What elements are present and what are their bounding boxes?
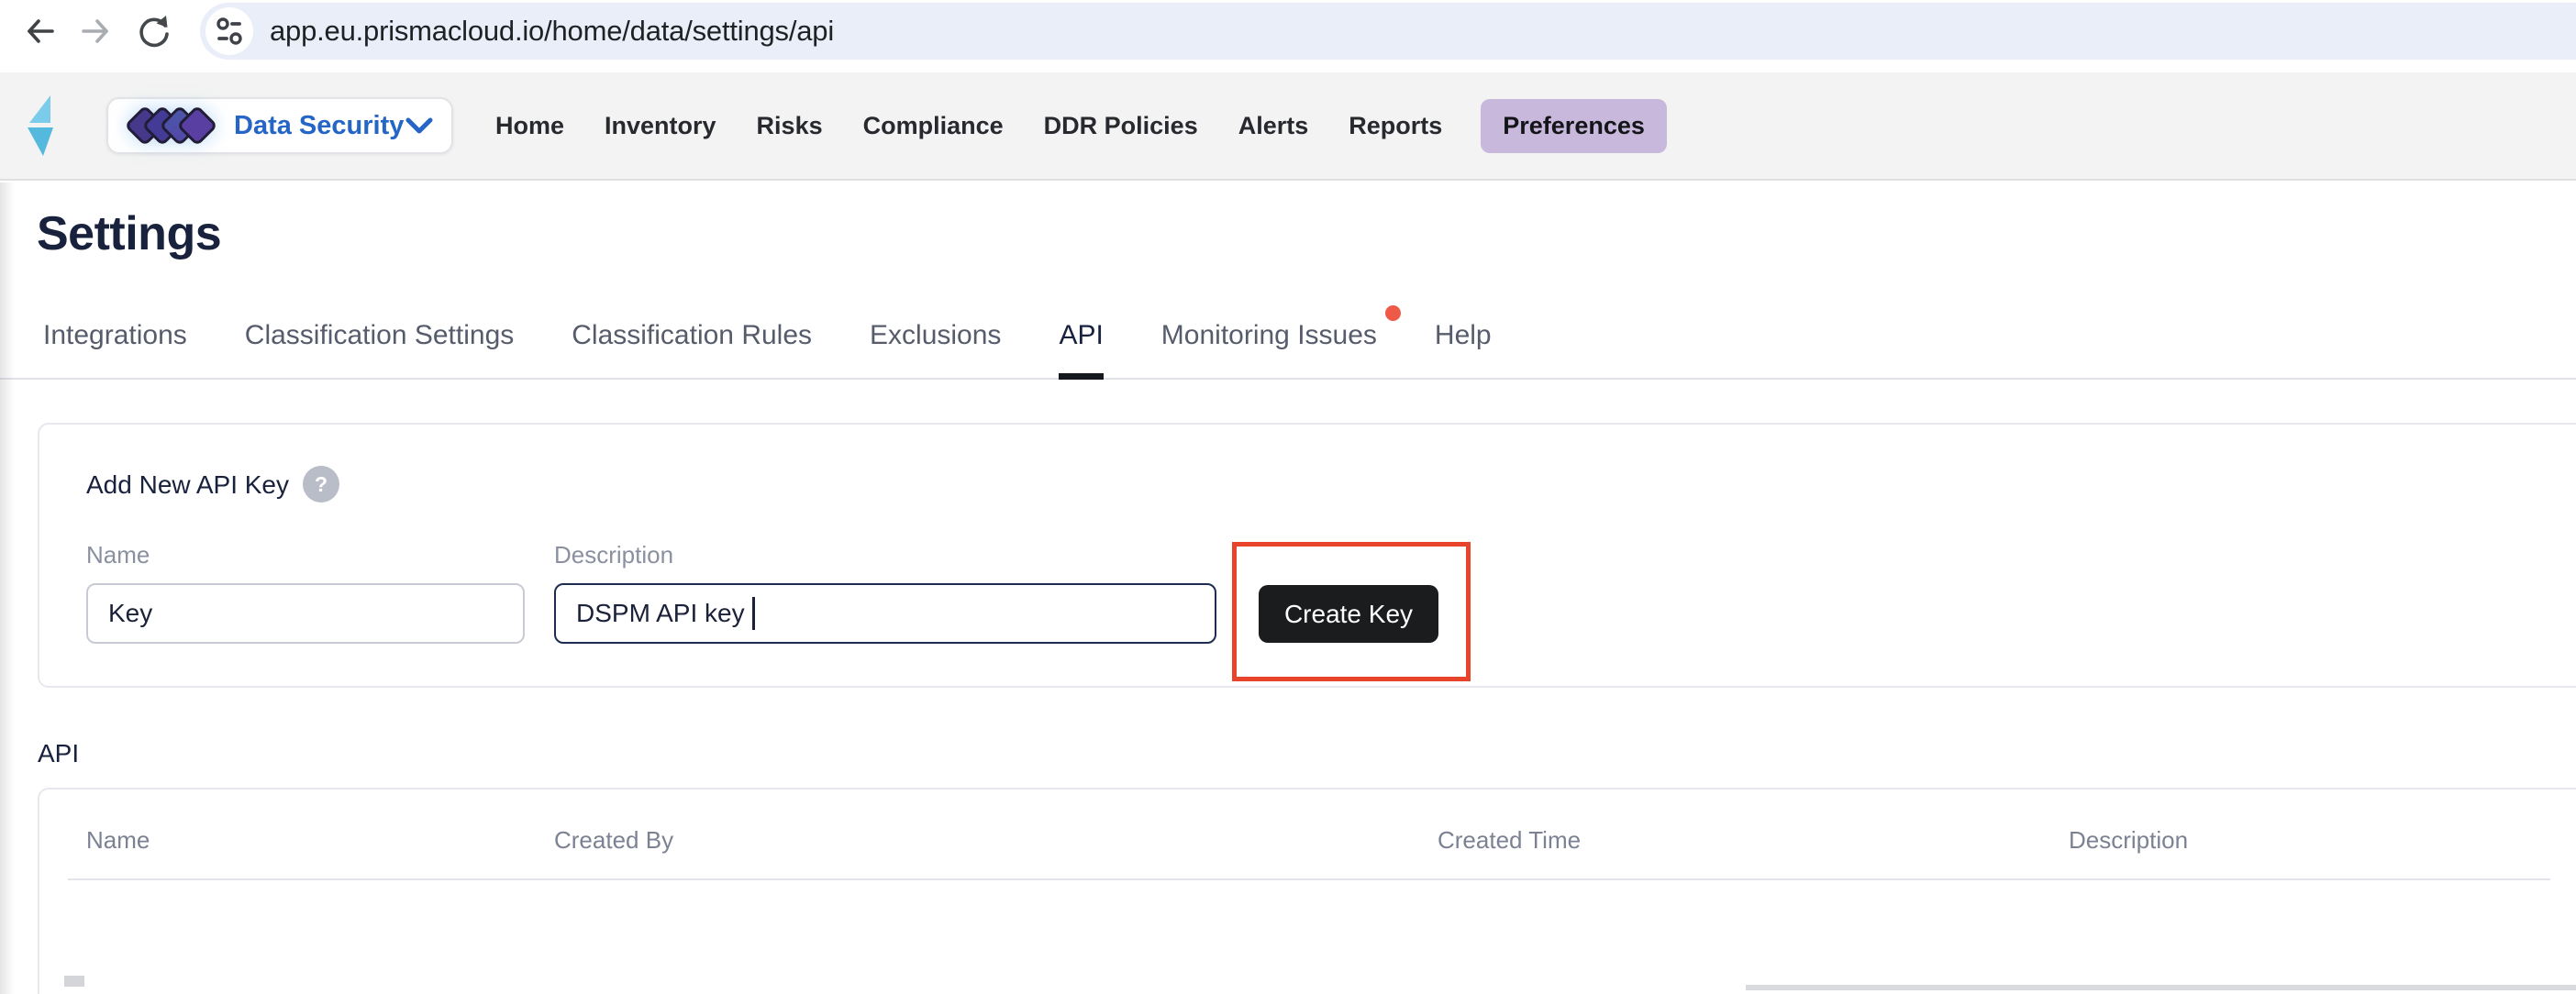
- table-header-divider: [68, 878, 2550, 880]
- url-text[interactable]: app.eu.prismacloud.io/home/data/settings…: [270, 15, 834, 48]
- reload-icon: [139, 15, 169, 47]
- site-info-icon: [217, 17, 242, 45]
- help-icon[interactable]: ?: [303, 466, 339, 503]
- text-caret: [751, 597, 755, 630]
- notification-dot: [1384, 305, 1401, 321]
- browser-chrome: app.eu.prismacloud.io/home/data/settings…: [0, 0, 2576, 61]
- settings-tabs: Integrations Classification Settings Cla…: [0, 304, 2576, 380]
- product-diamonds-icon: [124, 105, 218, 147]
- nav-item-home[interactable]: Home: [494, 99, 566, 153]
- nav-item-ddr-policies[interactable]: DDR Policies: [1042, 99, 1200, 153]
- chevron-down-icon: [405, 117, 433, 134]
- forward-icon: [82, 18, 108, 43]
- description-input[interactable]: DSPM API key: [554, 583, 1216, 644]
- site-info-button[interactable]: [205, 6, 253, 55]
- top-navigation: Home Inventory Risks Compliance DDR Poli…: [494, 98, 1667, 153]
- prisma-cloud-logo: [28, 95, 53, 156]
- tab-api[interactable]: API: [1059, 304, 1104, 380]
- tab-help[interactable]: Help: [1435, 304, 1492, 380]
- back-icon: [28, 18, 54, 43]
- product-switcher[interactable]: Data Security: [106, 97, 453, 154]
- browser-reload-button[interactable]: [128, 6, 180, 57]
- tab-monitoring-issues[interactable]: Monitoring Issues: [1160, 304, 1401, 380]
- nav-item-preferences[interactable]: Preferences: [1481, 98, 1667, 153]
- partial-row-element: [64, 976, 84, 987]
- horizontal-scrollbar[interactable]: [1746, 985, 2576, 990]
- nav-item-reports[interactable]: Reports: [1347, 99, 1444, 153]
- create-key-button[interactable]: Create Key: [1259, 585, 1438, 643]
- tab-monitoring-issues-label: Monitoring Issues: [1160, 320, 1377, 350]
- name-input-value: Key: [108, 599, 153, 627]
- product-switcher-label: Data Security: [234, 110, 405, 140]
- add-api-key-card: Add New API Key ? Name Description Key D…: [38, 423, 2576, 688]
- column-header-created-by[interactable]: Created By: [554, 826, 673, 855]
- api-section-title: API: [38, 739, 80, 768]
- tab-exclusions[interactable]: Exclusions: [870, 304, 1001, 380]
- column-header-description[interactable]: Description: [2069, 826, 2188, 855]
- nav-item-inventory[interactable]: Inventory: [603, 99, 718, 153]
- nav-item-compliance[interactable]: Compliance: [861, 99, 1005, 153]
- tab-classification-settings[interactable]: Classification Settings: [245, 304, 514, 380]
- nav-item-risks[interactable]: Risks: [755, 99, 825, 153]
- address-bar[interactable]: app.eu.prismacloud.io/home/data/settings…: [200, 2, 2576, 60]
- window-gap: [0, 61, 2576, 72]
- tab-classification-rules[interactable]: Classification Rules: [572, 304, 812, 380]
- browser-forward-button[interactable]: [70, 6, 121, 57]
- column-header-created-time[interactable]: Created Time: [1438, 826, 1581, 855]
- api-keys-table: Name Created By Created Time Description: [38, 788, 2576, 994]
- description-field-label: Description: [554, 541, 674, 569]
- description-input-value: DSPM API key: [576, 599, 745, 627]
- name-field-label: Name: [86, 541, 150, 569]
- name-input[interactable]: Key: [86, 583, 525, 644]
- nav-item-alerts[interactable]: Alerts: [1237, 99, 1311, 153]
- tab-integrations[interactable]: Integrations: [43, 304, 187, 380]
- browser-back-button[interactable]: [15, 6, 66, 57]
- app-header: Data Security Home Inventory Risks Compl…: [0, 72, 2576, 181]
- column-header-name[interactable]: Name: [86, 826, 150, 855]
- add-api-key-title: Add New API Key: [86, 470, 290, 499]
- page-title: Settings: [37, 207, 222, 260]
